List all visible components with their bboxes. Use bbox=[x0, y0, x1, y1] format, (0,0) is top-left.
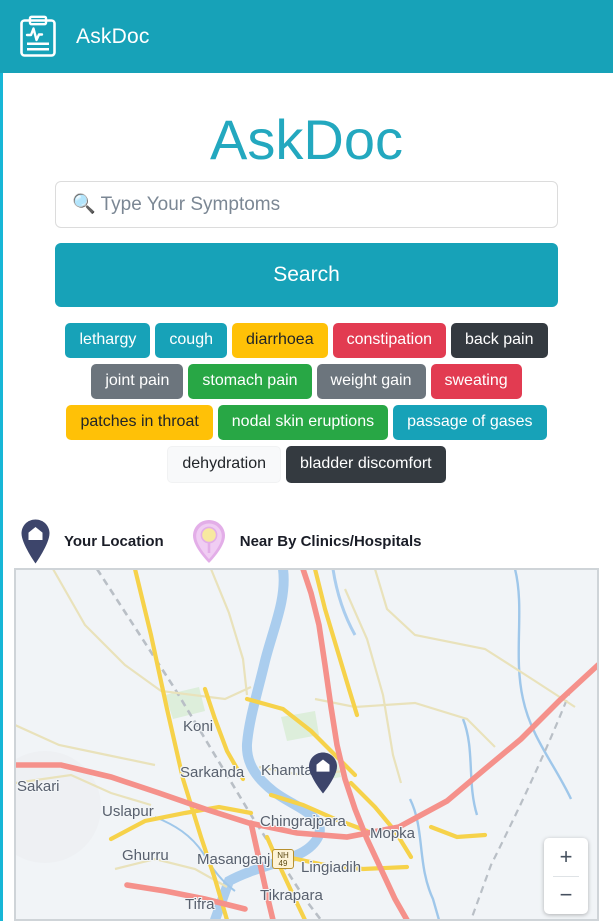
map-legend: Your Location Near By Clinics/Hospitals bbox=[20, 512, 593, 570]
symptom-tag[interactable]: joint pain bbox=[91, 364, 184, 399]
app-header: AskDoc bbox=[0, 0, 613, 73]
highway-shield-line2: 49 bbox=[278, 859, 288, 868]
legend-item-nearby-clinics: Near By Clinics/Hospitals bbox=[191, 518, 422, 565]
brand-title: AskDoc bbox=[76, 25, 150, 48]
symptom-tag[interactable]: cough bbox=[155, 323, 227, 358]
symptom-tag[interactable]: diarrhoea bbox=[232, 323, 328, 358]
symptom-tag[interactable]: sweating bbox=[430, 364, 522, 399]
zoom-in-button[interactable]: + bbox=[544, 838, 588, 876]
legend-label-your-location: Your Location bbox=[64, 532, 164, 550]
app-page: AskDoc AskDoc Search lethargycoughdiarrh… bbox=[0, 0, 613, 921]
symptom-tag[interactable]: stomach pain bbox=[188, 364, 312, 399]
clinic-pin-icon bbox=[191, 518, 227, 565]
search-input[interactable] bbox=[55, 181, 558, 228]
symptom-tag[interactable]: lethargy bbox=[65, 323, 151, 358]
symptom-tag[interactable]: back pain bbox=[451, 323, 548, 358]
symptom-tag[interactable]: constipation bbox=[332, 323, 446, 358]
clipboard-pulse-icon bbox=[18, 15, 58, 59]
left-accent-rail bbox=[0, 73, 3, 921]
symptom-tag[interactable]: passage of gases bbox=[393, 405, 547, 440]
home-pin-icon bbox=[20, 518, 51, 565]
symptom-tag[interactable]: weight gain bbox=[316, 364, 426, 399]
symptom-tag[interactable]: bladder discomfort bbox=[286, 446, 446, 483]
highway-shield-icon: NH 49 bbox=[272, 849, 294, 869]
map-canvas bbox=[15, 569, 598, 920]
map-container[interactable]: Koni Sakari Sarkanda Khamtarai Uslapur Chingr… bbox=[14, 568, 599, 921]
zoom-out-button[interactable]: − bbox=[544, 876, 588, 914]
home-pin-marker[interactable] bbox=[307, 751, 339, 795]
symptom-tag-cloud: lethargy cough diarrhoea constipation back p… bbox=[20, 323, 593, 483]
symptom-tag[interactable]: dehydration bbox=[167, 446, 281, 483]
legend-item-your-location: Your Location bbox=[20, 518, 164, 565]
legend-label-nearby-clinics: Near By Clinics/Hospitals bbox=[239, 532, 422, 550]
search-button[interactable]: Search bbox=[55, 243, 558, 307]
page-title: AskDoc bbox=[210, 108, 403, 171]
symptom-tag[interactable]: patches in throat bbox=[66, 405, 213, 440]
map-zoom-controls: + − bbox=[544, 838, 588, 914]
symptom-tag[interactable]: nodal skin eruptions bbox=[217, 405, 389, 440]
